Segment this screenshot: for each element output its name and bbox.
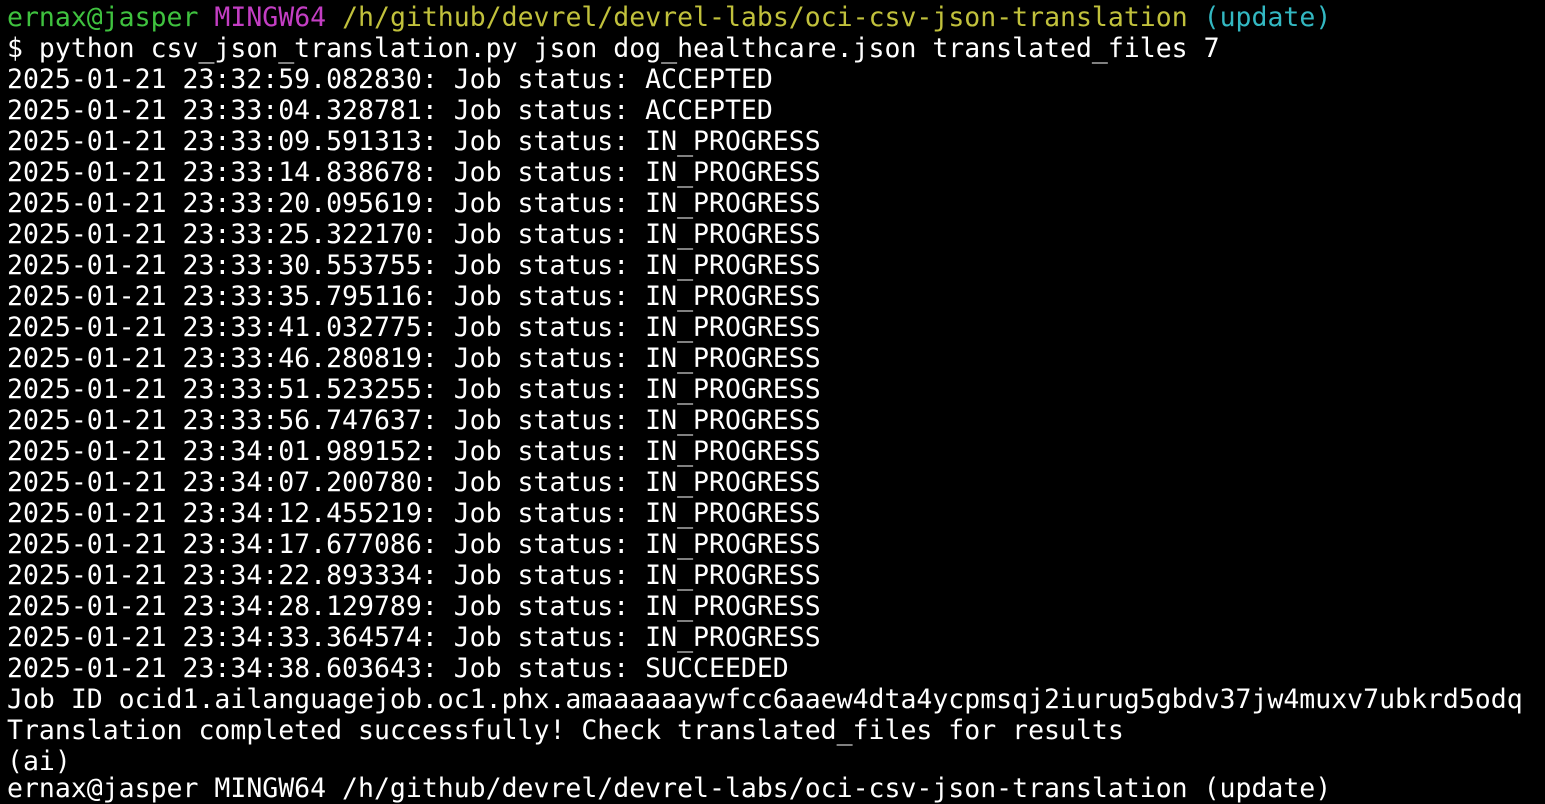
log-line: 2025-01-21 23:33:25.322170: Job status: … (7, 219, 821, 250)
log-line: 2025-01-21 23:34:12.455219: Job status: … (7, 498, 821, 529)
prompt-branch: (update) (1203, 2, 1332, 33)
log-line: 2025-01-21 23:34:01.989152: Job status: … (7, 436, 821, 467)
log-line: 2025-01-21 23:34:07.200780: Job status: … (7, 467, 821, 498)
job-id-line: Job ID ocid1.ailanguagejob.oc1.phx.amaaa… (7, 684, 1523, 715)
completion-line: Translation completed successfully! Chec… (7, 715, 1124, 746)
log-line: 2025-01-21 23:32:59.082830: Job status: … (7, 64, 773, 95)
prompt-line: ernax@jasper MINGW64 /h/github/devrel/de… (7, 2, 1545, 33)
log-line: 2025-01-21 23:34:33.364574: Job status: … (7, 622, 821, 653)
partial-next-prompt: ernax@jasper MINGW64 /h/github/devrel/de… (7, 773, 1332, 804)
log-line: 2025-01-21 23:33:51.523255: Job status: … (7, 374, 821, 405)
log-line: 2025-01-21 23:34:38.603643: Job status: … (7, 653, 789, 684)
log-line: 2025-01-21 23:33:56.747637: Job status: … (7, 405, 821, 436)
command-line: $ python csv_json_translation.py json do… (7, 33, 1220, 64)
log-line: 2025-01-21 23:33:14.838678: Job status: … (7, 157, 821, 188)
log-line: 2025-01-21 23:34:17.677086: Job status: … (7, 529, 821, 560)
prompt-system: MINGW64 (214, 2, 327, 33)
prompt-path: /h/github/devrel/devrel-labs/oci-csv-jso… (342, 2, 1188, 33)
log-line: 2025-01-21 23:34:22.893334: Job status: … (7, 560, 821, 591)
log-line: 2025-01-21 23:33:35.795116: Job status: … (7, 281, 821, 312)
terminal-window[interactable]: ernax@jasper MINGW64 /h/github/devrel/de… (0, 0, 1545, 782)
prompt-user-host: ernax@jasper (7, 2, 199, 33)
log-line: 2025-01-21 23:34:28.129789: Job status: … (7, 591, 821, 622)
log-line: 2025-01-21 23:33:09.591313: Job status: … (7, 126, 821, 157)
log-line: 2025-01-21 23:33:20.095619: Job status: … (7, 188, 821, 219)
log-line: 2025-01-21 23:33:04.328781: Job status: … (7, 95, 773, 126)
log-line: 2025-01-21 23:33:41.032775: Job status: … (7, 312, 821, 343)
log-line: 2025-01-21 23:33:46.280819: Job status: … (7, 343, 821, 374)
log-line: 2025-01-21 23:33:30.553755: Job status: … (7, 250, 821, 281)
